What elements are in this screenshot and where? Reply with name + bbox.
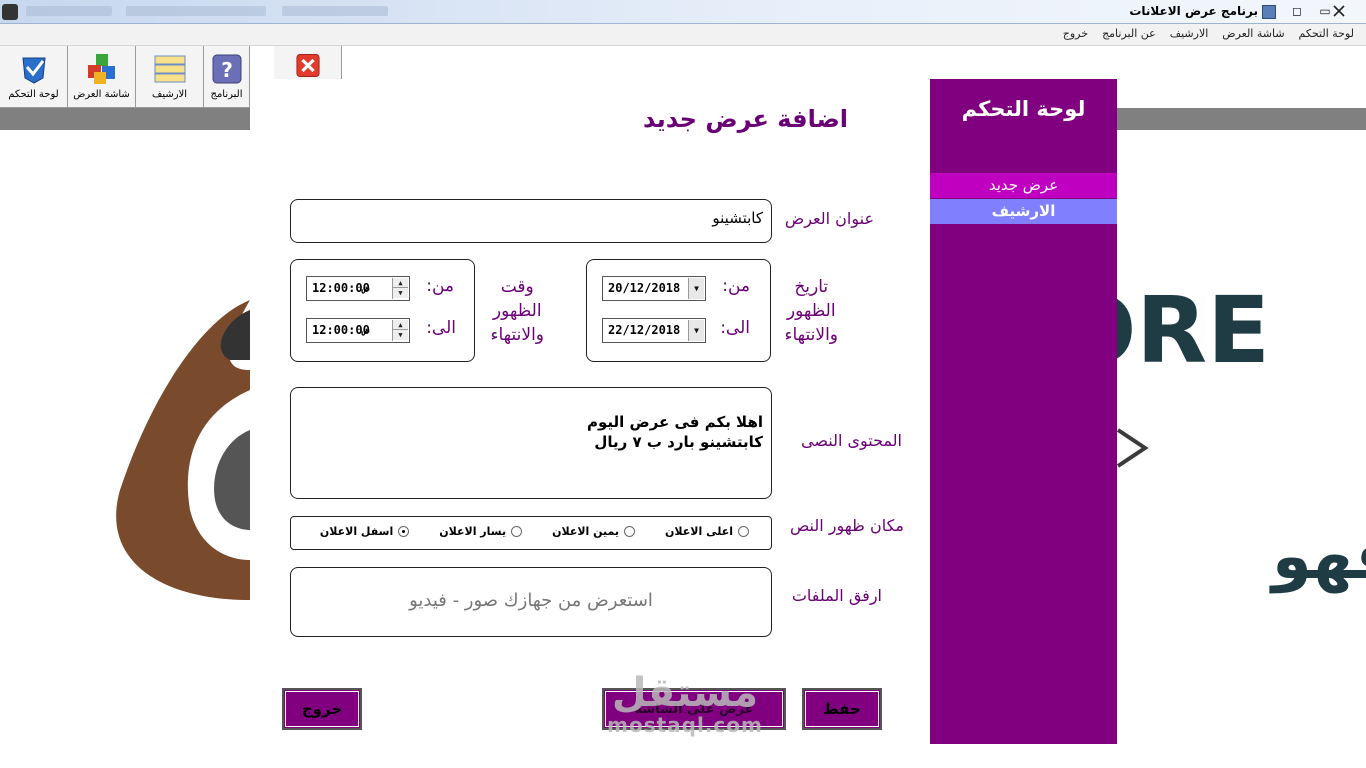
sidebar-title: لوحة التحكم (961, 97, 1086, 121)
watermark-latin: mostaql.com (607, 713, 763, 737)
time-to-picker[interactable]: 12:00:00 ص ▲ ▼ (306, 318, 410, 343)
ampm-value: ص (363, 281, 370, 294)
time-from-picker[interactable]: 12:00:00 ص ▲ ▼ (306, 276, 410, 301)
radio-button[interactable] (738, 526, 749, 537)
sidebar-item-new-offer[interactable]: عرض جديد (930, 173, 1117, 198)
window-title: برنامج عرض الاعلانات (1129, 4, 1258, 18)
attach-files-label: ارفق الملفات (791, 586, 882, 605)
menu-bar: لوحة التحكم شاشة العرض الارشيف عن البرنا… (0, 24, 1366, 46)
time-range-box: من: الى: 12:00:00 ص ▲ ▼ 12:00:00 ص ▲ ▼ (290, 259, 475, 362)
menu-control-panel[interactable]: لوحة التحكم (1299, 27, 1354, 40)
toolbar-divider-strip (0, 108, 250, 130)
radio-right[interactable]: يمين الاعلان (552, 525, 636, 538)
time-from-label: من: (426, 276, 454, 296)
time-to-value: 12:00:00 (312, 323, 370, 337)
archive-icon (154, 55, 185, 83)
app-window: برنامج عرض الاعلانات ▭ ◻ لوحة التحكم شاش… (0, 0, 1366, 768)
restore-button[interactable]: ◻ (1284, 2, 1310, 20)
menu-display-screen[interactable]: شاشة العرض (1222, 27, 1284, 40)
close-button[interactable] (1316, 2, 1362, 20)
date-from-label: من: (722, 276, 750, 296)
radio-left[interactable]: يسار الاعلان (439, 525, 523, 538)
spin-down-icon[interactable]: ▼ (393, 288, 408, 298)
date-range-label: تاريخ الظهور والانتهاء (784, 277, 839, 345)
time-to-label: الى: (426, 318, 456, 338)
offer-title-value: كابتشينو (712, 209, 763, 227)
menu-archive[interactable]: الارشيف (1170, 27, 1209, 40)
text-position-group: اعلى الاعلان يمين الاعلان يسار الاعلان ا… (290, 516, 772, 550)
time-range-label: وقت الظهور والانتهاء (490, 277, 545, 345)
control-panel-icon (21, 57, 46, 84)
toolbar-label: البرنامج (210, 89, 243, 100)
watermark-arabic: مستقل (611, 670, 759, 716)
radio-button-checked[interactable] (398, 526, 410, 537)
page-title: اضافة عرض جديد (642, 105, 848, 133)
toolbar: لوحة التحكم شاشة العرض الارشيف ? البرنام… (0, 46, 250, 108)
menu-about[interactable]: عن البرنامج (1102, 27, 1156, 40)
date-from-value: 20/12/2018 (608, 281, 681, 295)
spin-down-icon[interactable]: ▼ (393, 330, 408, 340)
date-to-picker[interactable]: 22/12/2018 ▼ (602, 318, 706, 343)
spin-up-icon[interactable]: ▲ (393, 320, 408, 330)
sidebar-item-archive[interactable]: الارشيف (930, 199, 1117, 224)
text-position-label: مكان ظهور النص (789, 516, 904, 535)
chevron-down-icon[interactable]: ▼ (688, 320, 704, 341)
help-question-icon: ? (212, 54, 241, 84)
blurred-tab (282, 6, 388, 16)
radio-button[interactable] (511, 526, 523, 537)
blurred-tab (26, 6, 112, 16)
svg-text:?: ? (221, 58, 233, 82)
exit-close-icon (295, 53, 320, 78)
toolbar-label: لوحة التحكم (8, 89, 59, 100)
add-offer-form: اضافة عرض جديد عنوان العرض كابتشينو تاري… (250, 79, 930, 768)
exit-button[interactable]: خروج (282, 688, 362, 730)
close-icon (1333, 5, 1345, 17)
radio-top[interactable]: اعلى الاعلان (665, 525, 749, 538)
time-from-value: 12:00:00 (312, 281, 370, 295)
offer-title-label: عنوان العرض (784, 209, 874, 228)
browse-files-hint[interactable]: استعرض من جهازك صور - فيديو (291, 590, 771, 611)
date-range-box: من: الى: 20/12/2018 ▼ 22/12/2018 ▼ (586, 259, 771, 362)
watermark: مستقل mostaql.com (600, 672, 770, 736)
date-to-value: 22/12/2018 (608, 323, 681, 337)
content-textarea[interactable]: اهلا بكم فى عرض اليوم كابتشينو بارد ب ٧ … (290, 387, 772, 499)
ampm-value: ص (363, 323, 370, 336)
system-menu-icon[interactable] (2, 4, 18, 20)
title-bar[interactable]: برنامج عرض الاعلانات ▭ ◻ (0, 0, 1366, 24)
toolbar-label: الارشيف (151, 89, 188, 100)
background-arabic-text: قهو (1269, 520, 1366, 594)
time-from-spinner[interactable]: ▲ ▼ (392, 278, 408, 299)
toolbar-control-panel-button[interactable]: لوحة التحكم (0, 46, 68, 108)
radio-bottom[interactable]: اسفل الاعلان (320, 525, 410, 538)
radio-button[interactable] (624, 526, 636, 537)
content-label: المحتوى النصى (801, 431, 902, 450)
chevron-down-icon[interactable]: ▼ (688, 278, 704, 299)
save-button[interactable]: حفظ (802, 688, 882, 730)
toolbar-archive-button[interactable]: الارشيف (136, 46, 204, 108)
menu-exit[interactable]: خروج (1063, 27, 1088, 40)
date-from-picker[interactable]: 20/12/2018 ▼ (602, 276, 706, 301)
app-icon (1262, 5, 1276, 19)
date-to-label: الى: (720, 318, 750, 338)
toolbar-divider-strip (1117, 108, 1366, 130)
time-to-spinner[interactable]: ▲ ▼ (392, 320, 408, 341)
toolbar-label: شاشة العرض (73, 89, 130, 100)
offer-title-input[interactable]: كابتشينو (290, 199, 772, 243)
content-text: اهلا بكم فى عرض اليوم كابتشينو بارد ب ٧ … (587, 413, 763, 451)
toolbar-exit-button[interactable] (274, 46, 342, 79)
toolbar-about-button[interactable]: ? البرنامج (204, 46, 250, 108)
display-blocks-icon (87, 54, 115, 84)
attach-files-box[interactable]: استعرض من جهازك صور - فيديو (290, 567, 772, 637)
spin-up-icon[interactable]: ▲ (393, 278, 408, 288)
blurred-tab (126, 6, 266, 16)
control-panel-sidebar: لوحة التحكم عرض جديد الارشيف (930, 79, 1117, 744)
toolbar-display-button[interactable]: شاشة العرض (68, 46, 136, 108)
